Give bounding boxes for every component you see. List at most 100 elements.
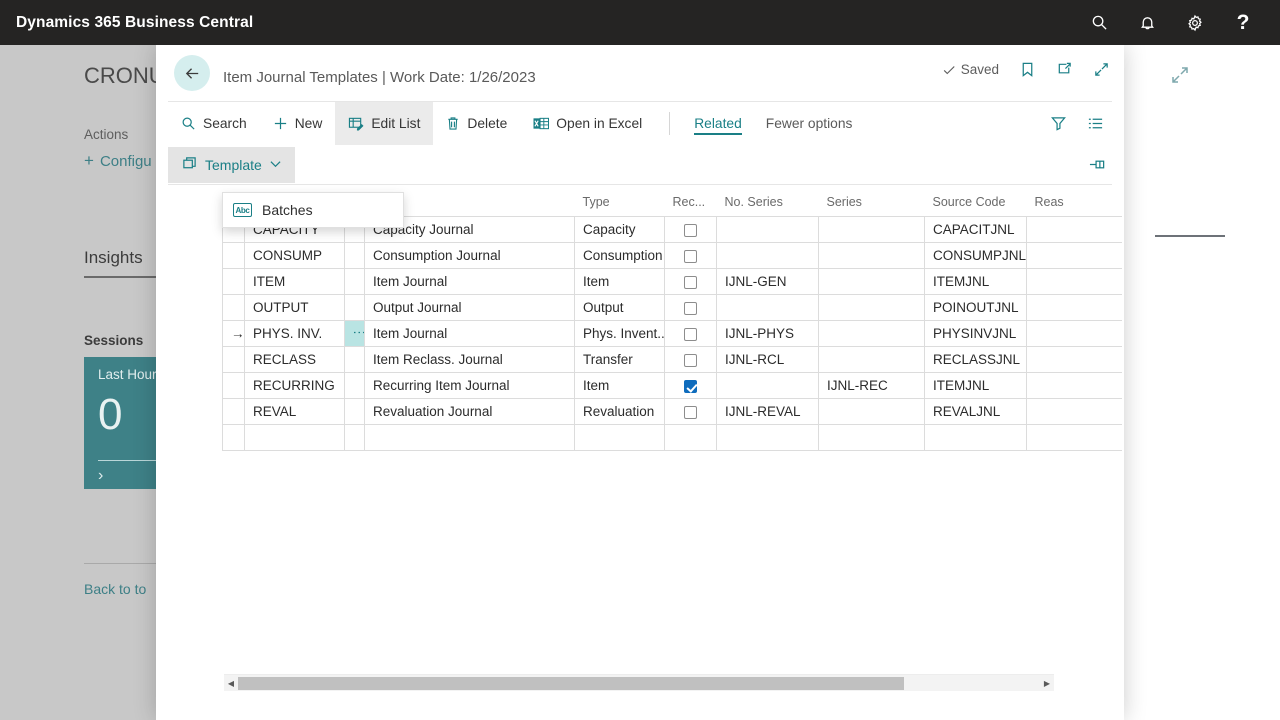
cell-type[interactable]: Output xyxy=(574,294,665,321)
cell-source-code[interactable]: PHYSINVJNL xyxy=(924,320,1027,347)
cell-series[interactable] xyxy=(818,398,925,425)
recurring-checkbox[interactable] xyxy=(684,275,697,289)
cell-recurring[interactable] xyxy=(664,242,717,269)
cell-no-series[interactable]: IJNL-REVAL xyxy=(716,398,819,425)
scroll-thumb[interactable] xyxy=(238,676,904,690)
cell-no-series[interactable]: IJNL-GEN xyxy=(716,268,819,295)
cell-series[interactable] xyxy=(818,346,925,373)
configure-link[interactable]: + Configu xyxy=(84,151,152,171)
cell-type[interactable]: Revaluation xyxy=(574,398,665,425)
cell-no-series[interactable] xyxy=(716,372,819,399)
scroll-left-arrow[interactable]: ◀ xyxy=(224,679,238,688)
vertical-dots-icon[interactable]: ⋮ xyxy=(352,326,364,339)
cell-type[interactable]: Phys. Invent... xyxy=(574,320,665,347)
list-view-icon[interactable] xyxy=(1087,115,1104,132)
col-reason[interactable]: Reas xyxy=(1026,191,1122,217)
recurring-checkbox[interactable] xyxy=(684,223,697,237)
expand-icon[interactable] xyxy=(1093,61,1110,78)
cell-recurring[interactable] xyxy=(664,346,717,373)
fewer-options-button[interactable]: Fewer options xyxy=(754,102,865,145)
table-row[interactable]: RECURRING Recurring Item Journal Item IJNL-… xyxy=(222,372,1122,399)
cell-name[interactable]: OUTPUT xyxy=(244,294,345,321)
cell-series[interactable] xyxy=(818,242,925,269)
horizontal-scrollbar[interactable]: ◀ ▶ xyxy=(224,674,1054,691)
template-dropdown-menu[interactable]: Abc Batches xyxy=(222,192,404,228)
col-source-code[interactable]: Source Code xyxy=(924,191,1027,217)
cell-no-series[interactable]: IJNL-RCL xyxy=(716,346,819,373)
gear-icon[interactable] xyxy=(1184,12,1206,34)
col-series[interactable]: Series xyxy=(818,191,925,217)
cell-description[interactable]: Revaluation Journal xyxy=(364,398,575,425)
table-row[interactable]: RECLASS Item Reclass. Journal Transfer IJNL… xyxy=(222,346,1122,373)
cell-recurring[interactable] xyxy=(664,216,717,243)
cell-source-code[interactable]: CAPACITJNL xyxy=(924,216,1027,243)
table-row[interactable]: OUTPUT Output Journal Output POINOUTJNL xyxy=(222,294,1122,321)
cell-reason[interactable] xyxy=(1026,320,1122,347)
bookmark-icon[interactable] xyxy=(1019,61,1036,78)
cell-no-series[interactable] xyxy=(716,242,819,269)
cell-recurring[interactable] xyxy=(664,398,717,425)
row-menu-icon[interactable] xyxy=(344,372,365,399)
help-icon[interactable]: ? xyxy=(1232,12,1254,34)
cell-reason[interactable] xyxy=(1026,424,1122,451)
delete-button[interactable]: Delete xyxy=(433,102,520,145)
edit-list-button[interactable]: Edit List xyxy=(335,102,434,145)
recurring-checkbox[interactable] xyxy=(684,249,697,263)
open-in-excel-button[interactable]: Open in Excel xyxy=(520,102,655,145)
row-menu-icon[interactable] xyxy=(344,294,365,321)
cell-name[interactable]: ITEM xyxy=(244,268,345,295)
cell-name[interactable]: PHYS. INV. xyxy=(244,320,345,347)
cell-description[interactable]: Item Journal xyxy=(364,320,575,347)
bell-icon[interactable] xyxy=(1136,12,1158,34)
cell-reason[interactable] xyxy=(1026,268,1122,295)
cell-no-series[interactable] xyxy=(716,216,819,243)
cell-description[interactable]: Output Journal xyxy=(364,294,575,321)
table-row[interactable]: ITEM Item Journal Item IJNL-GEN ITEMJNL xyxy=(222,268,1122,295)
col-no-series[interactable]: No. Series xyxy=(716,191,819,217)
cell-name[interactable]: RECURRING xyxy=(244,372,345,399)
row-menu-icon[interactable] xyxy=(344,346,365,373)
cell-reason[interactable] xyxy=(1026,216,1122,243)
cell-description[interactable]: Consumption Journal xyxy=(364,242,575,269)
cell-description[interactable]: Item Reclass. Journal xyxy=(364,346,575,373)
cell-source-code[interactable]: RECLASSJNL xyxy=(924,346,1027,373)
recurring-checkbox[interactable] xyxy=(684,379,697,393)
recurring-checkbox[interactable] xyxy=(684,327,697,341)
cell-type[interactable]: Transfer xyxy=(574,346,665,373)
cell-series[interactable] xyxy=(818,294,925,321)
cell-recurring[interactable] xyxy=(664,372,717,399)
cell-no-series[interactable] xyxy=(716,424,819,451)
cell-series[interactable] xyxy=(818,268,925,295)
cell-name[interactable] xyxy=(244,424,345,451)
scroll-track[interactable] xyxy=(238,676,1040,690)
cell-recurring[interactable] xyxy=(664,424,717,451)
cell-type[interactable]: Capacity xyxy=(574,216,665,243)
row-menu-icon[interactable]: ⋮ xyxy=(344,320,365,347)
cell-name[interactable]: CONSUMP xyxy=(244,242,345,269)
cell-reason[interactable] xyxy=(1026,398,1122,425)
table-row[interactable]: REVAL Revaluation Journal Revaluation IJNL-… xyxy=(222,398,1122,425)
cell-recurring[interactable] xyxy=(664,268,717,295)
row-menu-icon[interactable] xyxy=(344,268,365,295)
cell-source-code[interactable] xyxy=(924,424,1027,451)
cell-source-code[interactable]: POINOUTJNL xyxy=(924,294,1027,321)
cell-reason[interactable] xyxy=(1026,346,1122,373)
col-recurring[interactable]: Rec... xyxy=(664,191,717,217)
cell-type[interactable]: Item xyxy=(574,268,665,295)
filter-icon[interactable] xyxy=(1050,115,1067,132)
back-button[interactable] xyxy=(174,55,210,91)
cell-source-code[interactable]: ITEMJNL xyxy=(924,372,1027,399)
scroll-right-arrow[interactable]: ▶ xyxy=(1040,679,1054,688)
row-menu-icon[interactable] xyxy=(344,242,365,269)
cell-series[interactable] xyxy=(818,216,925,243)
recurring-checkbox[interactable] xyxy=(684,405,697,419)
background-expand-icon[interactable] xyxy=(1170,65,1190,90)
cell-series[interactable] xyxy=(818,320,925,347)
cell-source-code[interactable]: REVALJNL xyxy=(924,398,1027,425)
cell-name[interactable]: RECLASS xyxy=(244,346,345,373)
cell-type[interactable]: Consumption xyxy=(574,242,665,269)
pin-pane-icon[interactable] xyxy=(1089,156,1112,173)
cell-no-series[interactable]: IJNL-PHYS xyxy=(716,320,819,347)
cell-type[interactable]: Item xyxy=(574,372,665,399)
row-menu-icon[interactable] xyxy=(344,398,365,425)
